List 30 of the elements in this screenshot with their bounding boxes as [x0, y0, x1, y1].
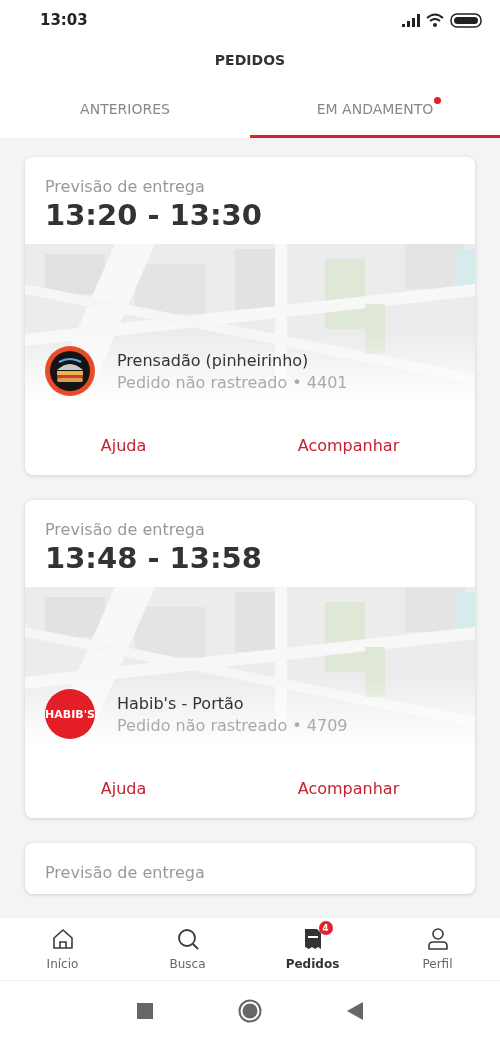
delivery-time: 13:48 - 13:58 [45, 541, 262, 575]
home-button-icon[interactable] [238, 999, 262, 1023]
nav-item[interactable]: Início [0, 918, 125, 980]
action-link[interactable]: Ajuda [100, 436, 147, 455]
page-title: PEDIDOS [214, 51, 286, 70]
order-status: Pedido não rastreado • 4709 [117, 715, 348, 735]
search-icon [175, 927, 200, 951]
profile-icon [425, 927, 450, 951]
restaurant-name: Habib's - Portão [117, 693, 244, 713]
restaurant-logo-icon [45, 346, 95, 396]
restaurant-name: Prensadão (pinheirinho) [117, 350, 309, 370]
signal-icon [402, 13, 420, 27]
action-link[interactable]: Ajuda [100, 779, 147, 798]
nav-item[interactable]: 4 Pedidos [250, 918, 375, 980]
battery-icon [450, 12, 482, 28]
delivery-time: 13:20 - 13:30 [45, 198, 262, 232]
action-link[interactable]: Acompanhar [297, 436, 400, 455]
nav-item[interactable]: Perfil [375, 918, 500, 980]
delivery-estimate-label: Previsão de entrega [45, 863, 205, 882]
status-time: 13:03 [40, 11, 88, 29]
delivery-estimate-label: Previsão de entrega [45, 177, 205, 196]
order-status: Pedido não rastreado • 4401 [117, 372, 348, 392]
action-link[interactable]: Acompanhar [297, 779, 400, 798]
count-badge: 4 [318, 921, 333, 935]
back-icon[interactable] [347, 1002, 363, 1020]
wifi-icon [426, 13, 444, 27]
delivery-estimate-label: Previsão de entrega [45, 520, 205, 539]
nav-item[interactable]: Busca [125, 918, 250, 980]
home-icon [50, 927, 75, 951]
tab[interactable]: ANTERIORES [0, 82, 250, 138]
